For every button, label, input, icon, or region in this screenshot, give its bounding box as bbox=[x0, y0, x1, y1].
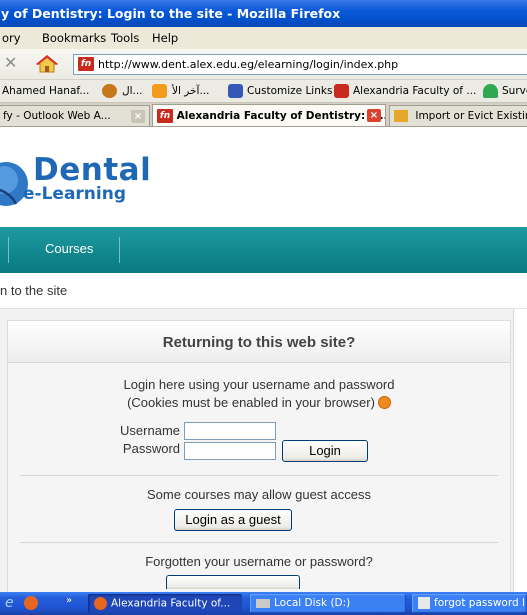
bookmark-face-icon bbox=[102, 84, 117, 98]
cookie-notice: (Cookies must be enabled in your browser… bbox=[127, 395, 375, 410]
menu-item-help[interactable]: Help bbox=[152, 31, 178, 45]
site-favicon-icon: fn bbox=[78, 57, 94, 71]
page-icon bbox=[394, 110, 408, 122]
document-icon bbox=[418, 597, 430, 609]
tab-import-evict[interactable]: Import or Evict Existin bbox=[389, 105, 527, 126]
menu-item-tools[interactable]: Tools bbox=[111, 31, 139, 45]
quicklaunch-expand-icon[interactable]: » bbox=[66, 595, 72, 606]
login-button[interactable]: Login bbox=[282, 440, 368, 462]
site-header: Dental e-Learning bbox=[0, 127, 527, 227]
url-text: http://www.dent.alex.edu.eg/elearning/lo… bbox=[98, 58, 399, 71]
tab-label: fy - Outlook Web A... bbox=[3, 110, 111, 122]
firefox-icon bbox=[94, 597, 107, 610]
guest-access-text: Some courses may allow guest access bbox=[147, 487, 371, 502]
tab-label: Alexandria Faculty of Dentistry: L... bbox=[176, 110, 386, 122]
home-icon[interactable] bbox=[35, 54, 59, 80]
bookmark-alexandria[interactable]: Alexandria Faculty of ... bbox=[353, 85, 476, 97]
divider bbox=[20, 542, 498, 543]
menu-bar: ory Bookmarks Tools Help bbox=[0, 27, 527, 49]
login-intro-line1: Login here using your username and passw… bbox=[123, 377, 395, 392]
nav-divider bbox=[119, 237, 120, 263]
ie-quicklaunch-icon[interactable]: e bbox=[5, 595, 14, 611]
taskbar-item-label: Local Disk (D:) bbox=[274, 597, 351, 609]
divider bbox=[20, 475, 498, 476]
password-input[interactable] bbox=[184, 442, 276, 460]
breadcrumb-bar: n to the site bbox=[0, 273, 527, 309]
bookmark-survey[interactable]: Surve bbox=[502, 85, 527, 97]
nav-divider bbox=[8, 237, 9, 263]
username-label: Username bbox=[120, 423, 180, 438]
window-title-bar[interactable]: y of Dentistry: Login to the site - Mozi… bbox=[0, 0, 527, 27]
menu-item-history[interactable]: ory bbox=[2, 31, 21, 45]
taskbar-item-firefox[interactable]: Alexandria Faculty of... bbox=[88, 594, 242, 613]
tab-outlook[interactable]: fy - Outlook Web A... × bbox=[0, 105, 150, 126]
forgot-password-text: Forgotten your username or password? bbox=[145, 554, 373, 569]
bookmarks-toolbar: Ahamed Hanaf... ال... آخر الأ... Customi… bbox=[0, 80, 527, 103]
bookmark-customize-links[interactable]: Customize Links bbox=[247, 85, 332, 97]
close-icon[interactable]: × bbox=[131, 110, 145, 123]
url-bar[interactable]: fn http://www.dent.alex.edu.eg/elearning… bbox=[73, 54, 527, 75]
drive-icon bbox=[256, 598, 270, 608]
logo-globe-icon bbox=[0, 162, 28, 206]
customize-links-icon bbox=[228, 84, 243, 98]
windows-taskbar: e » Alexandria Faculty of... Local Disk … bbox=[0, 592, 527, 615]
tab-strip: fy - Outlook Web A... × fn Alexandria Fa… bbox=[0, 103, 527, 127]
site-nav-bar: Courses bbox=[0, 227, 527, 273]
logo-title: Dental bbox=[33, 152, 152, 188]
forgot-password-button[interactable] bbox=[166, 575, 300, 589]
login-intro-line2: (Cookies must be enabled in your browser… bbox=[8, 395, 510, 410]
login-heading-bar: Returning to this web site? bbox=[8, 321, 510, 363]
taskbar-item-label: forgot password l bbox=[434, 597, 525, 609]
site-favicon-icon: fn bbox=[157, 109, 173, 123]
help-icon[interactable] bbox=[377, 396, 391, 409]
taskbar-item-label: Alexandria Faculty of... bbox=[111, 597, 231, 610]
breadcrumb: n to the site bbox=[0, 283, 68, 298]
tab-label: Import or Evict Existin bbox=[415, 110, 527, 122]
close-icon[interactable]: × bbox=[367, 109, 381, 122]
stop-icon[interactable]: ✕ bbox=[4, 54, 17, 74]
window-title: y of Dentistry: Login to the site - Mozi… bbox=[1, 6, 341, 21]
bookmark-arabic-1[interactable]: ال... bbox=[122, 85, 143, 97]
login-as-guest-button[interactable]: Login as a guest bbox=[174, 509, 292, 531]
menu-item-bookmarks[interactable]: Bookmarks bbox=[42, 31, 106, 45]
taskbar-item-local-disk[interactable]: Local Disk (D:) bbox=[250, 594, 406, 613]
page-right-edge bbox=[513, 309, 527, 592]
username-input[interactable] bbox=[184, 422, 276, 440]
logo-subtitle: e-Learning bbox=[23, 184, 127, 204]
password-label: Password bbox=[122, 441, 180, 456]
navigation-toolbar: ✕ fn http://www.dent.alex.edu.eg/elearni… bbox=[0, 49, 527, 80]
survey-icon bbox=[483, 84, 498, 98]
rss-feed-icon bbox=[152, 84, 167, 98]
alexandria-favicon-icon bbox=[334, 84, 349, 98]
bookmark-ahamed[interactable]: Ahamed Hanaf... bbox=[2, 85, 89, 97]
login-heading: Returning to this web site? bbox=[162, 334, 356, 351]
login-panel: Returning to this web site? Login here u… bbox=[7, 320, 511, 592]
firefox-quicklaunch-icon[interactable] bbox=[24, 596, 38, 610]
nav-courses-link[interactable]: Courses bbox=[45, 241, 93, 256]
taskbar-item-forgot-password[interactable]: forgot password l bbox=[412, 594, 527, 613]
bookmark-arabic-2[interactable]: آخر الأ... bbox=[172, 85, 209, 97]
tab-alexandria-login[interactable]: fn Alexandria Faculty of Dentistry: L...… bbox=[152, 104, 386, 126]
